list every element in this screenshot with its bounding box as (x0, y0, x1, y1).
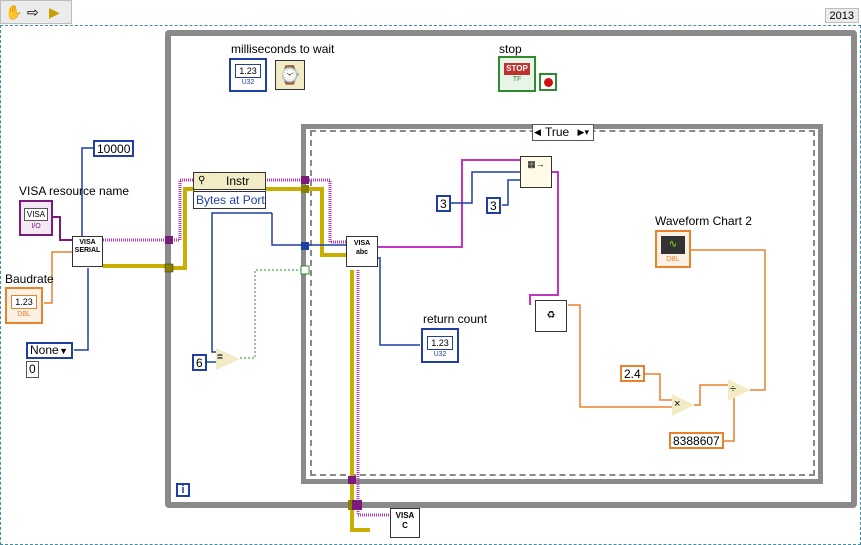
visa-close-node[interactable]: VISA C (390, 508, 420, 538)
property-node-header[interactable]: ⚲ Instr (193, 172, 266, 190)
error-wire-4 (350, 270, 370, 532)
multiply-out-wire (694, 384, 728, 406)
string-subset-node[interactable]: ▦→ (520, 156, 552, 188)
typecast-out-wire (568, 304, 672, 408)
gain-wire (642, 373, 672, 401)
visa-glyph: VISA (24, 208, 48, 221)
stop-label: stop (499, 42, 522, 56)
tunnel-visa-case-out (348, 476, 356, 484)
three-a-wire (450, 171, 520, 204)
parity-value: None (30, 343, 59, 357)
length-constant[interactable]: 3 (486, 197, 501, 214)
multiply-icon: × (674, 398, 681, 410)
stop-glyph: STOP (504, 63, 530, 75)
visa-type-tag: I/O (31, 223, 41, 230)
tunnel-visa-case (301, 176, 309, 184)
divide-out-wire (690, 249, 766, 391)
wires-layer (44, 147, 766, 532)
offset-constant[interactable]: 3 (436, 195, 451, 212)
baudrate-numeric-glyph: 1.23 (11, 295, 37, 309)
visa-resource-terminal[interactable]: VISA I/O (19, 200, 53, 236)
loop-condition-terminal[interactable] (539, 73, 557, 91)
type-cast-icon: ♻ (546, 310, 556, 321)
three-b-wire (502, 179, 520, 206)
baudrate-terminal[interactable]: 1.23 DBL (5, 287, 43, 324)
stop-terminal[interactable]: STOP TF (498, 56, 536, 92)
return-count-glyph: 1.23 (427, 336, 453, 350)
ms-to-wait-label: milliseconds to wait (231, 42, 335, 56)
string-subset-icon: ▦→ (527, 159, 545, 169)
bytes-wire (271, 213, 346, 246)
property-node-bytes-at-port[interactable]: Bytes at Port (193, 191, 266, 209)
baudrate-label: Baudrate (5, 272, 54, 286)
bytes-wire-compare (211, 212, 272, 353)
parity-enum-constant[interactable]: None ▼ (26, 342, 73, 359)
ms-numeric-glyph: 1.23 (235, 64, 261, 78)
baudrate-type-tag: DBL (17, 311, 31, 318)
equal-icon: = (217, 352, 223, 363)
visa-configure-serial-node[interactable]: VISA SERIAL (72, 236, 103, 267)
gain-constant[interactable]: 2.4 (620, 365, 645, 382)
property-node-class: Instr (226, 174, 250, 188)
tunnel-visa-left (165, 236, 173, 244)
tunnel-visa-loop-out (352, 500, 362, 510)
divide-icon: ÷ (730, 383, 737, 395)
tunnel-error-left (164, 263, 174, 273)
chevron-down-icon[interactable]: ▼ (59, 345, 68, 358)
bool-wire (240, 269, 305, 359)
key-icon: ⚲ (198, 175, 206, 186)
ms-to-wait-terminal[interactable]: 1.23 U32 (229, 58, 267, 92)
tunnel-bool-case (300, 265, 310, 275)
return-count-type-tag: U32 (433, 351, 447, 358)
tunnel-error-loop-out (348, 500, 352, 510)
error-wire-2 (172, 187, 195, 270)
tunnel-bytes-case (301, 242, 309, 250)
chart-icon: ∿ (661, 236, 685, 254)
visa-resource-label: VISA resource name (19, 184, 130, 198)
visa-resource-wire (52, 216, 72, 241)
return-count-terminal[interactable]: 1.23 U32 (421, 328, 459, 363)
parity-index: 0 (26, 361, 39, 378)
type-cast-node[interactable]: ♻ (535, 300, 567, 332)
stop-type-tag: TF (512, 76, 522, 83)
visa-read-node[interactable]: VISA abc (346, 236, 378, 267)
timeout-constant[interactable]: 10000 (93, 140, 135, 157)
tunnel-error-case (301, 185, 309, 193)
stop-condition-icon (544, 78, 553, 87)
waveform-chart-terminal[interactable]: ∿ DBL (655, 230, 691, 268)
compare-constant[interactable]: 6 (192, 354, 207, 371)
waveform-chart-label: Waveform Chart 2 (655, 214, 752, 228)
parity-wire (74, 268, 89, 351)
return-count-label: return count (423, 312, 488, 326)
full-scale-constant[interactable]: 8388607 (669, 432, 724, 449)
return-count-wire (378, 257, 420, 346)
string-subset-out (529, 171, 559, 305)
ms-type-tag: U32 (241, 79, 255, 86)
chart-type-tag: DBL (666, 256, 680, 263)
wait-ms-icon[interactable]: ⌚ (275, 60, 305, 90)
